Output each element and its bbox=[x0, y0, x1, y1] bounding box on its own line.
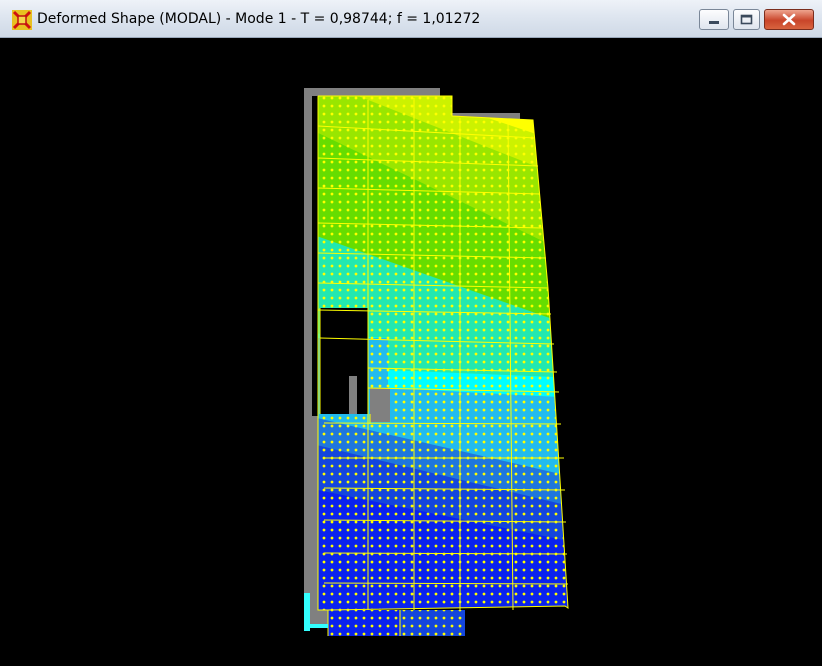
lower-slab-strip bbox=[328, 610, 465, 636]
close-button[interactable] bbox=[764, 9, 814, 30]
model-view-canvas[interactable] bbox=[8, 38, 822, 666]
sap2000-app-icon[interactable] bbox=[12, 10, 32, 30]
maximize-icon bbox=[740, 14, 753, 25]
minimize-icon bbox=[709, 21, 719, 24]
title-bar[interactable]: Deformed Shape (MODAL) - Mode 1 - T = 0,… bbox=[0, 0, 822, 38]
deformed-shape-plot[interactable] bbox=[8, 38, 822, 666]
deformed-shape-window: Deformed Shape (MODAL) - Mode 1 - T = 0,… bbox=[0, 0, 822, 666]
maximize-button[interactable] bbox=[733, 9, 760, 30]
close-icon bbox=[782, 13, 796, 26]
window-title: Deformed Shape (MODAL) - Mode 1 - T = 0,… bbox=[37, 11, 481, 27]
minimize-button[interactable] bbox=[699, 9, 729, 30]
